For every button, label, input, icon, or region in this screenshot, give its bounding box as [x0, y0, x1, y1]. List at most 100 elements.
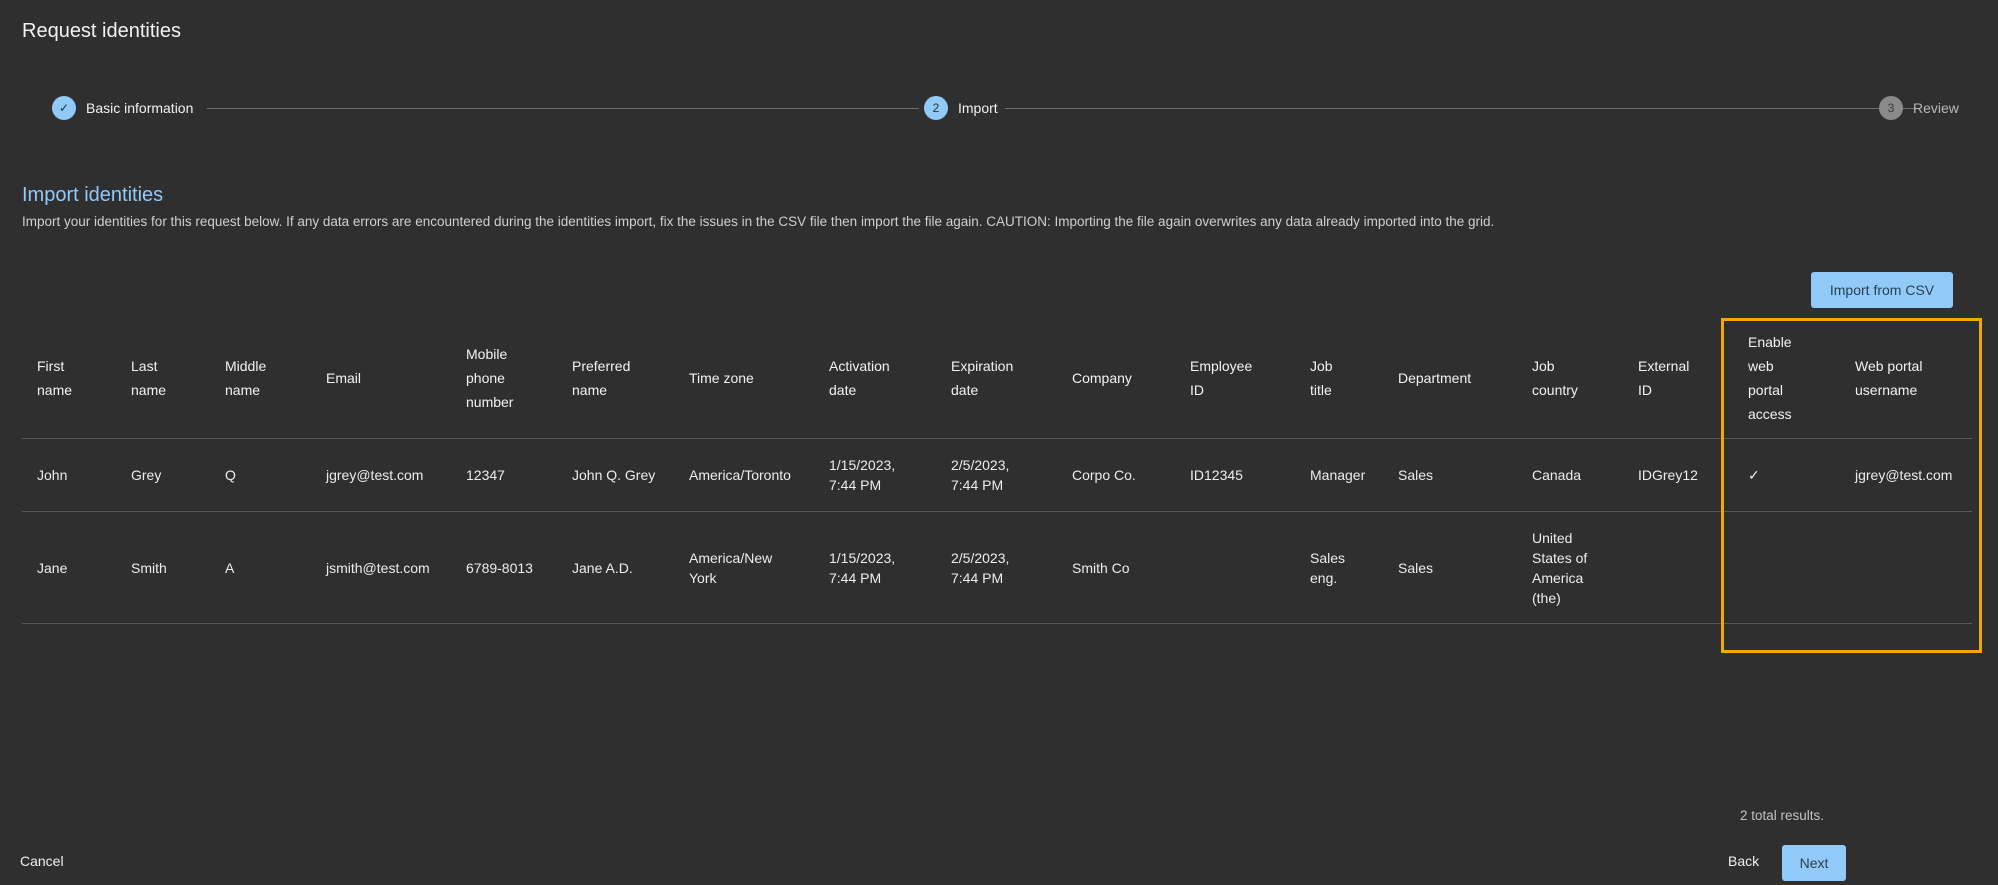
- table-cell[interactable]: jgrey@test.com: [311, 439, 451, 512]
- table-cell[interactable]: 1/15/2023, 7:44 PM: [814, 512, 936, 624]
- column-header: Last name: [116, 318, 210, 439]
- column-header-line: Job: [1310, 358, 1333, 374]
- table-cell[interactable]: 6789-8013: [451, 512, 557, 624]
- column-header-line: name: [131, 382, 167, 398]
- cell-text: jgrey@test.com: [326, 467, 424, 483]
- step-basic-information[interactable]: ✓ Basic information: [52, 96, 193, 120]
- cell-text: 7:44 PM: [951, 569, 1004, 586]
- column-header: Preferred name: [557, 318, 674, 439]
- back-button[interactable]: Back: [1722, 852, 1765, 870]
- table-cell[interactable]: IDGrey12: [1623, 439, 1733, 512]
- column-header: Company: [1057, 318, 1175, 439]
- cell-text: 7:44 PM: [951, 477, 1004, 493]
- table-cell[interactable]: America/Toronto: [674, 439, 814, 512]
- column-header: Department: [1383, 318, 1517, 439]
- cell-text: ID12345: [1190, 467, 1243, 483]
- cell-text: 2/5/2023,: [951, 549, 1010, 566]
- column-header-line: title: [1310, 382, 1332, 398]
- column-header-line: portal: [1748, 382, 1784, 398]
- table-cell[interactable]: 2/5/2023, 7:44 PM: [936, 512, 1057, 624]
- cell-text: eng.: [1310, 569, 1338, 586]
- cell-text: 6789-8013: [466, 559, 533, 576]
- cell-text: America: [1532, 569, 1584, 586]
- table-cell[interactable]: 12347: [451, 439, 557, 512]
- column-header: Expiration date: [936, 318, 1057, 439]
- table-cell[interactable]: Q: [210, 439, 311, 512]
- column-header-line: Enable: [1748, 334, 1792, 350]
- column-header-line: Preferred: [572, 358, 631, 374]
- table-cell[interactable]: Jane A.D.: [557, 512, 674, 624]
- column-header-line: Activation: [829, 358, 890, 374]
- cell-text: John: [37, 467, 68, 483]
- web-portal-access-cell[interactable]: [1733, 512, 1840, 624]
- step-import[interactable]: 2 Import: [924, 96, 998, 120]
- table-cell[interactable]: Sales eng.: [1295, 512, 1383, 624]
- table-cell[interactable]: jsmith@test.com: [311, 512, 451, 624]
- table-cell[interactable]: jgrey@test.com: [1840, 439, 1972, 512]
- column-header-line: First: [37, 358, 65, 374]
- column-header-line: Company: [1072, 370, 1132, 386]
- step-number-icon: 2: [924, 96, 948, 120]
- column-header: Middle name: [210, 318, 311, 439]
- cell-text: Grey: [131, 467, 162, 483]
- table-cell[interactable]: Smith: [116, 512, 210, 624]
- table-cell[interactable]: 2/5/2023, 7:44 PM: [936, 439, 1057, 512]
- table-cell[interactable]: Jane: [22, 512, 116, 624]
- cell-text: 7:44 PM: [829, 569, 882, 586]
- table-cell[interactable]: ID12345: [1175, 439, 1295, 512]
- table-cell[interactable]: A: [210, 512, 311, 624]
- table-cell[interactable]: America/New York: [674, 512, 814, 624]
- table-cell[interactable]: [1175, 512, 1295, 624]
- column-header-line: access: [1748, 406, 1792, 422]
- column-header: Activation date: [814, 318, 936, 439]
- table-row[interactable]: John Grey Qjgrey@test.com 12347 John Q. Grey…: [22, 438, 1972, 512]
- table-cell[interactable]: 1/15/2023, 7:44 PM: [814, 439, 936, 512]
- column-header: Email: [311, 318, 451, 439]
- table-cell[interactable]: Grey: [116, 439, 210, 512]
- column-header-line: Expiration: [951, 358, 1014, 374]
- column-header-line: ID: [1190, 382, 1204, 398]
- table-cell[interactable]: [1840, 512, 1972, 624]
- column-header-line: Web portal: [1855, 358, 1923, 374]
- cell-text: America/New: [689, 549, 773, 566]
- cell-text: 7:44 PM: [829, 477, 882, 493]
- section-description: Import your identities for this request …: [22, 214, 1495, 229]
- table-cell[interactable]: United States of America (the): [1517, 512, 1623, 624]
- web-portal-access-cell[interactable]: ✓: [1733, 439, 1840, 512]
- cancel-button[interactable]: Cancel: [14, 852, 70, 870]
- table-cell[interactable]: Smith Co: [1057, 512, 1175, 624]
- import-from-csv-button[interactable]: Import from CSV: [1811, 272, 1953, 308]
- column-header-line: number: [466, 394, 514, 410]
- stepper: ✓ Basic information 2 Import 3 Review: [52, 96, 1959, 120]
- column-header: Mobile phone number: [451, 318, 557, 439]
- table-cell[interactable]: John Q. Grey: [557, 439, 674, 512]
- column-header-line: name: [37, 382, 73, 398]
- identities-table: First name Last name Middle name Email Mobile ph…: [22, 318, 1972, 624]
- table-cell[interactable]: Canada: [1517, 439, 1623, 512]
- table-cell[interactable]: Corpo Co.: [1057, 439, 1175, 512]
- next-button[interactable]: Next: [1782, 845, 1846, 881]
- table-cell[interactable]: [1623, 512, 1733, 624]
- step-review[interactable]: 3 Review: [1879, 96, 1959, 120]
- column-header-line: country: [1532, 382, 1578, 398]
- table-cell[interactable]: Manager: [1295, 439, 1383, 512]
- table-cell[interactable]: Sales: [1383, 512, 1517, 624]
- column-header: First name: [22, 318, 116, 439]
- column-header-line: Mobile: [466, 346, 508, 362]
- cell-text: IDGrey12: [1638, 467, 1698, 483]
- column-header: External ID: [1623, 318, 1733, 439]
- table-cell[interactable]: Sales: [1383, 439, 1517, 512]
- table-cell[interactable]: John: [22, 439, 116, 512]
- column-header-line: Job: [1532, 358, 1555, 374]
- table-row[interactable]: Jane Smith Ajsmith@test.com 6789-8013 Jane A…: [22, 511, 1972, 624]
- cell-text: Jane: [37, 559, 68, 576]
- cell-text: United: [1532, 529, 1573, 546]
- step-label: Basic information: [86, 100, 194, 116]
- column-header-line: date: [951, 382, 979, 398]
- column-header-line: date: [829, 382, 857, 398]
- cell-text: Jane A.D.: [572, 559, 633, 576]
- column-header-line: Time zone: [689, 370, 754, 386]
- cell-text: Q: [225, 467, 236, 483]
- step-connector: [207, 108, 919, 109]
- section-title: Import identities: [22, 184, 164, 206]
